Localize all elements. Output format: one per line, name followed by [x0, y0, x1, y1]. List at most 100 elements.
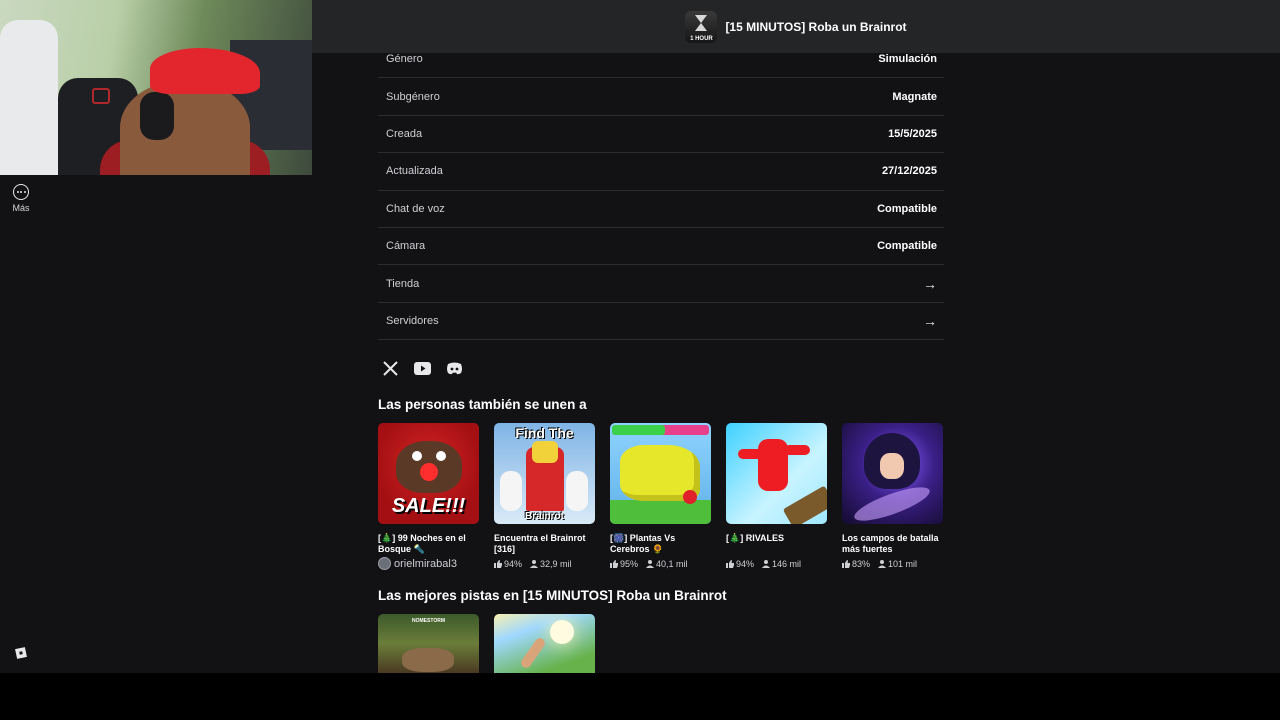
bottom-letterbox	[0, 673, 1280, 720]
thumb-art	[532, 441, 558, 463]
players: 40,1 mil	[646, 559, 688, 569]
detail-key: Subgénero	[386, 90, 440, 103]
players-value: 32,9 mil	[540, 559, 572, 569]
servers-link[interactable]: Servidores →	[378, 303, 944, 341]
webcam-headphone	[140, 92, 174, 140]
thumb-text: SALE!!!	[391, 495, 466, 517]
also-join-title: Las personas también se unen a	[378, 397, 587, 412]
creator-name: orielmirabal3	[394, 557, 457, 570]
detail-row-camera: Cámara Compatible	[378, 228, 944, 266]
person-icon	[530, 560, 539, 568]
game-name: [🎆] Plantas Vs Cerebros 🌻	[610, 533, 676, 554]
players: 101 mil	[878, 559, 917, 569]
detail-key: Chat de voz	[386, 202, 445, 215]
players: 146 mil	[762, 559, 801, 569]
rating-value: 94%	[504, 559, 523, 569]
thumb-art	[566, 471, 588, 511]
game-thumbnail: Find The Brainrot	[494, 423, 595, 524]
webcam-overlay	[0, 0, 312, 175]
detail-value: Magnate	[892, 90, 937, 103]
thumb-art	[420, 463, 438, 481]
game-name: Encuentra el Brainrot [316]	[494, 533, 586, 554]
game-thumbnail	[842, 423, 943, 524]
detail-row-voice-chat: Chat de voz Compatible	[378, 191, 944, 228]
thumb-art	[550, 620, 574, 644]
discord-icon[interactable]	[446, 360, 463, 377]
person-icon	[762, 560, 771, 568]
thumb-art	[880, 453, 904, 479]
webcam-cap	[150, 48, 260, 94]
thumb-art	[612, 425, 709, 435]
person-icon	[646, 560, 655, 568]
players: 32,9 mil	[530, 559, 572, 569]
arrow-right-icon: →	[923, 312, 937, 329]
detail-row-subgenre: Subgénero Magnate	[378, 78, 944, 116]
x-icon[interactable]	[382, 360, 399, 377]
game-creator[interactable]: orielmirabal3	[378, 557, 479, 570]
thumb-art	[758, 439, 788, 491]
game-card[interactable]: Find The Brainrot Encuentra el Brainrot …	[494, 423, 595, 570]
detail-key: Género	[386, 53, 423, 66]
detail-key: Servidores	[386, 314, 439, 327]
person-icon	[878, 560, 887, 568]
thumb-art	[683, 490, 697, 504]
game-title[interactable]: [15 MINUTOS] Roba un Brainrot	[725, 20, 906, 34]
store-link[interactable]: Tienda →	[378, 265, 944, 303]
game-details-table: Género Simulación Subgénero Magnate Crea…	[378, 41, 944, 341]
rating: 94%	[726, 559, 754, 569]
thumb-art	[402, 648, 454, 672]
thumbs-up-icon	[726, 560, 734, 568]
thumb-art	[519, 636, 547, 670]
game-stats: 94% 32,9 mil	[494, 559, 595, 569]
players-value: 101 mil	[888, 559, 918, 569]
more-button[interactable]: Más	[6, 184, 36, 213]
detail-key: Cámara	[386, 240, 426, 253]
rating-value: 94%	[736, 559, 755, 569]
rating: 95%	[610, 559, 638, 569]
detail-value: Compatible	[877, 240, 937, 253]
youtube-icon[interactable]	[414, 360, 431, 377]
detail-value: Compatible	[877, 202, 937, 215]
more-icon	[13, 184, 29, 200]
players-value: 40,1 mil	[656, 559, 688, 569]
roblox-logo-icon[interactable]	[14, 646, 28, 660]
track-card[interactable]: NOMESTORM	[378, 614, 479, 673]
detail-row-updated: Actualizada 27/12/2025	[378, 153, 944, 191]
game-card[interactable]: Los campos de batalla más fuertes 83% 10…	[842, 423, 943, 570]
also-join-list: SALE!!! [🎄] 99 Noches en el Bosque 🔦 ori…	[378, 423, 943, 570]
thumb-art	[500, 471, 522, 511]
chair-logo	[92, 88, 110, 104]
game-card[interactable]: [🎆] Plantas Vs Cerebros 🌻 95% 40,1 mil	[610, 423, 711, 570]
game-card[interactable]: [🎄] RIVALES 94% 146 mil	[726, 423, 827, 570]
detail-value: 27/12/2025	[881, 165, 937, 178]
hourglass-icon	[695, 14, 708, 31]
game-stats: 94% 146 mil	[726, 559, 827, 569]
thumb-text: Brainrot	[525, 511, 564, 522]
game-icon[interactable]: 1 HOUR	[685, 10, 718, 43]
avatar	[378, 557, 391, 570]
game-card[interactable]: SALE!!! [🎄] 99 Noches en el Bosque 🔦 ori…	[378, 423, 479, 570]
thumbs-up-icon	[610, 560, 618, 568]
game-thumbnail	[610, 423, 711, 524]
detail-value: Simulación	[878, 53, 937, 66]
thumb-art	[412, 451, 422, 461]
thumb-art	[782, 485, 827, 524]
arrow-right-icon: →	[923, 275, 937, 292]
detail-key: Tienda	[386, 277, 420, 290]
game-name: [🎄] RIVALES	[726, 533, 785, 543]
thumb-art	[610, 500, 711, 524]
detail-key: Actualizada	[386, 165, 443, 178]
players-value: 146 mil	[772, 559, 802, 569]
game-stats: 95% 40,1 mil	[610, 559, 711, 569]
rating: 83%	[842, 559, 870, 569]
track-card[interactable]	[494, 614, 595, 673]
game-name: Los campos de batalla más fuertes	[842, 533, 939, 554]
detail-row-genre: Género Simulación	[378, 41, 944, 79]
thumbs-up-icon	[842, 560, 850, 568]
app-window: 1 HOUR [15 MINUTOS] Roba un Brainrot Más…	[0, 0, 1280, 673]
track-label: NOMESTORM	[412, 618, 445, 624]
game-thumbnail	[726, 423, 827, 524]
more-label: Más	[12, 203, 30, 213]
detail-key: Creada	[386, 127, 423, 140]
rating: 94%	[494, 559, 522, 569]
